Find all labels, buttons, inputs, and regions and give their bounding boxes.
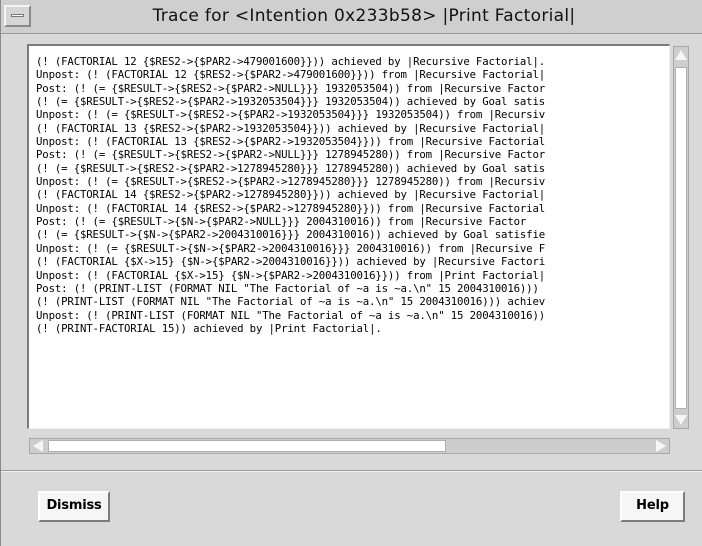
window-title: Trace for <Intention 0x233b58> |Print Fa… xyxy=(152,6,576,26)
trace-line: Unpost: (! (PRINT-LIST (FORMAT NIL "The … xyxy=(36,308,546,322)
help-button[interactable]: Help xyxy=(620,491,685,522)
trace-line: Unpost: (! (FACTORIAL 14 {$RES2->{$PAR2-… xyxy=(36,201,546,215)
trace-line: (! (FACTORIAL 13 {$RES2->{$PAR2->1932053… xyxy=(36,121,546,135)
trace-line: Unpost: (! (= {$RESULT->{$N->{$PAR2->200… xyxy=(36,241,546,255)
dismiss-button[interactable]: Dismiss xyxy=(38,491,110,522)
trace-line: (! (= {$RESULT->{$RES2->{$PAR2->12789452… xyxy=(36,161,546,175)
trace-line: Post: (! (= {$RESULT->{$RES2->{$PAR2->NU… xyxy=(36,81,546,95)
trace-line: Unpost: (! (FACTORIAL 13 {$RES2->{$PAR2-… xyxy=(36,135,546,149)
horizontal-scroll-thumb[interactable] xyxy=(48,440,446,452)
trace-line: Post: (! (= {$RESULT->{$N->{$PAR2->NULL}… xyxy=(36,215,527,229)
window-menu-button[interactable] xyxy=(4,5,31,27)
trace-line: (! (PRINT-LIST (FORMAT NIL "The Factoria… xyxy=(36,295,546,309)
trace-line: (! (PRINT-FACTORIAL 15)) achieved by |Pr… xyxy=(36,321,382,335)
trace-line: Unpost: (! (= {$RESULT->{$RES2->{$PAR2->… xyxy=(36,175,546,189)
trace-text: (! (FACTORIAL 12 {$RES2->{$PAR2->4790016… xyxy=(29,46,669,335)
trace-line: (! (FACTORIAL {$X->15} {$N->{$PAR2->2004… xyxy=(36,255,546,269)
scroll-right-arrow-icon[interactable] xyxy=(656,440,666,452)
title-bar[interactable]: Trace for <Intention 0x233b58> |Print Fa… xyxy=(1,0,702,34)
horizontal-scrollbar[interactable] xyxy=(29,438,670,454)
trace-line: (! (= {$RESULT->{$N->{$PAR2->2004310016}… xyxy=(36,228,546,242)
trace-line: Post: (! (PRINT-LIST (FORMAT NIL "The Fa… xyxy=(36,281,539,295)
trace-text-area[interactable]: (! (FACTORIAL 12 {$RES2->{$PAR2->4790016… xyxy=(27,44,670,429)
window-menu-icon xyxy=(11,14,24,17)
trace-line: (! (FACTORIAL 14 {$RES2->{$PAR2->1278945… xyxy=(36,188,546,202)
trace-panel: (! (FACTORIAL 12 {$RES2->{$PAR2->4790016… xyxy=(11,44,697,460)
scroll-up-arrow-icon[interactable] xyxy=(675,50,687,60)
trace-line: Unpost: (! (FACTORIAL 12 {$RES2->{$PAR2-… xyxy=(36,68,546,82)
trace-line: Post: (! (= {$RESULT->{$RES2->{$PAR2->NU… xyxy=(36,148,546,162)
trace-line: Unpost: (! (= {$RESULT->{$RES2->{$PAR2->… xyxy=(36,108,546,122)
trace-line: Unpost: (! (FACTORIAL {$X->15} {$N->{$PA… xyxy=(36,268,546,282)
vertical-scroll-thumb[interactable] xyxy=(675,67,687,409)
separator xyxy=(1,470,702,472)
scroll-left-arrow-icon[interactable] xyxy=(33,440,43,452)
scroll-down-arrow-icon[interactable] xyxy=(675,415,687,425)
vertical-scrollbar[interactable] xyxy=(673,46,689,429)
trace-line: (! (FACTORIAL 12 {$RES2->{$PAR2->4790016… xyxy=(36,55,546,68)
trace-line: (! (= {$RESULT->{$RES2->{$PAR2->19320535… xyxy=(36,95,546,109)
trace-window: Trace for <Intention 0x233b58> |Print Fa… xyxy=(0,0,702,546)
